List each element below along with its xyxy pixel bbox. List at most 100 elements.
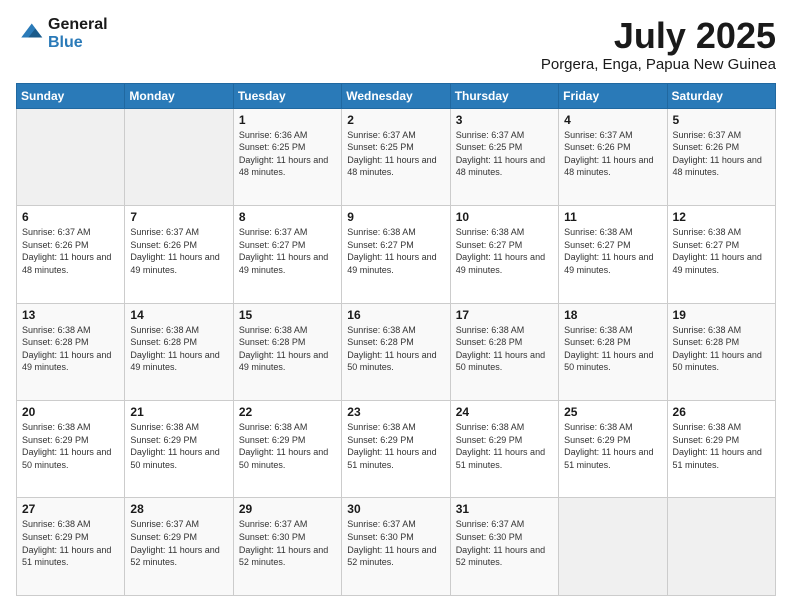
calendar-week-row: 13 Sunrise: 6:38 AM Sunset: 6:28 PM Dayli… xyxy=(17,303,776,400)
calendar-cell: 1 Sunrise: 6:36 AM Sunset: 6:25 PM Daylig… xyxy=(233,108,341,205)
day-detail: Sunrise: 6:38 AM Sunset: 6:28 PM Dayligh… xyxy=(564,324,661,374)
calendar-cell: 16 Sunrise: 6:38 AM Sunset: 6:28 PM Dayli… xyxy=(342,303,450,400)
calendar-cell: 30 Sunrise: 6:37 AM Sunset: 6:30 PM Dayli… xyxy=(342,498,450,596)
day-detail: Sunrise: 6:38 AM Sunset: 6:29 PM Dayligh… xyxy=(22,518,119,568)
day-detail: Sunrise: 6:38 AM Sunset: 6:27 PM Dayligh… xyxy=(673,226,770,276)
day-detail: Sunrise: 6:38 AM Sunset: 6:29 PM Dayligh… xyxy=(239,421,336,471)
logo-icon xyxy=(16,20,44,48)
calendar-cell: 18 Sunrise: 6:38 AM Sunset: 6:28 PM Dayli… xyxy=(559,303,667,400)
day-detail: Sunrise: 6:38 AM Sunset: 6:29 PM Dayligh… xyxy=(564,421,661,471)
header: General Blue July 2025 Porgera, Enga, Pa… xyxy=(16,16,776,73)
day-number: 8 xyxy=(239,210,336,224)
logo-text: General Blue xyxy=(48,16,108,52)
calendar-cell xyxy=(667,498,775,596)
day-number: 1 xyxy=(239,113,336,127)
calendar-cell: 14 Sunrise: 6:38 AM Sunset: 6:28 PM Dayli… xyxy=(125,303,233,400)
calendar-cell: 17 Sunrise: 6:38 AM Sunset: 6:28 PM Dayli… xyxy=(450,303,558,400)
calendar-week-row: 27 Sunrise: 6:38 AM Sunset: 6:29 PM Dayli… xyxy=(17,498,776,596)
day-number: 5 xyxy=(673,113,770,127)
day-number: 25 xyxy=(564,405,661,419)
day-number: 24 xyxy=(456,405,553,419)
day-number: 9 xyxy=(347,210,444,224)
day-detail: Sunrise: 6:37 AM Sunset: 6:26 PM Dayligh… xyxy=(564,129,661,179)
title-block: July 2025 Porgera, Enga, Papua New Guine… xyxy=(541,16,776,73)
col-wednesday: Wednesday xyxy=(342,83,450,108)
col-tuesday: Tuesday xyxy=(233,83,341,108)
calendar-cell: 31Sunrise: 6:37 AM Sunset: 6:30 PM Dayli… xyxy=(450,498,558,596)
calendar-cell xyxy=(125,108,233,205)
day-number: 20 xyxy=(22,405,119,419)
day-detail: Sunrise: 6:38 AM Sunset: 6:28 PM Dayligh… xyxy=(456,324,553,374)
calendar-cell: 19 Sunrise: 6:38 AM Sunset: 6:28 PM Dayli… xyxy=(667,303,775,400)
calendar-cell: 22 Sunrise: 6:38 AM Sunset: 6:29 PM Dayli… xyxy=(233,401,341,498)
calendar-cell: 3Sunrise: 6:37 AM Sunset: 6:25 PM Daylig… xyxy=(450,108,558,205)
calendar-cell: 20 Sunrise: 6:38 AM Sunset: 6:29 PM Dayli… xyxy=(17,401,125,498)
day-detail: Sunrise: 6:38 AM Sunset: 6:29 PM Dayligh… xyxy=(347,421,444,471)
subtitle: Porgera, Enga, Papua New Guinea xyxy=(541,56,776,73)
calendar-cell: 29 Sunrise: 6:37 AM Sunset: 6:30 PM Dayli… xyxy=(233,498,341,596)
day-detail: Sunrise: 6:38 AM Sunset: 6:28 PM Dayligh… xyxy=(22,324,119,374)
main-title: July 2025 xyxy=(541,16,776,56)
day-number: 12 xyxy=(673,210,770,224)
day-number: 22 xyxy=(239,405,336,419)
col-thursday: Thursday xyxy=(450,83,558,108)
calendar-week-row: 1 Sunrise: 6:36 AM Sunset: 6:25 PM Daylig… xyxy=(17,108,776,205)
day-number: 19 xyxy=(673,308,770,322)
col-sunday: Sunday xyxy=(17,83,125,108)
day-detail: Sunrise: 6:38 AM Sunset: 6:28 PM Dayligh… xyxy=(673,324,770,374)
day-number: 26 xyxy=(673,405,770,419)
day-number: 10 xyxy=(456,210,553,224)
col-friday: Friday xyxy=(559,83,667,108)
calendar-cell: 6 Sunrise: 6:37 AM Sunset: 6:26 PM Daylig… xyxy=(17,206,125,303)
day-number: 31 xyxy=(456,502,553,516)
day-detail: Sunrise: 6:38 AM Sunset: 6:27 PM Dayligh… xyxy=(564,226,661,276)
day-detail: Sunrise: 6:37 AM Sunset: 6:30 PM Dayligh… xyxy=(347,518,444,568)
day-number: 21 xyxy=(130,405,227,419)
day-detail: Sunrise: 6:37 AM Sunset: 6:30 PM Dayligh… xyxy=(239,518,336,568)
col-monday: Monday xyxy=(125,83,233,108)
day-detail: Sunrise: 6:38 AM Sunset: 6:29 PM Dayligh… xyxy=(673,421,770,471)
day-number: 13 xyxy=(22,308,119,322)
day-detail: Sunrise: 6:38 AM Sunset: 6:28 PM Dayligh… xyxy=(347,324,444,374)
day-detail: Sunrise: 6:38 AM Sunset: 6:27 PM Dayligh… xyxy=(456,226,553,276)
day-number: 30 xyxy=(347,502,444,516)
day-detail: Sunrise: 6:38 AM Sunset: 6:28 PM Dayligh… xyxy=(239,324,336,374)
calendar-cell: 8Sunrise: 6:37 AM Sunset: 6:27 PM Daylig… xyxy=(233,206,341,303)
calendar-cell: 24 Sunrise: 6:38 AM Sunset: 6:29 PM Dayli… xyxy=(450,401,558,498)
day-number: 16 xyxy=(347,308,444,322)
calendar-cell: 9Sunrise: 6:38 AM Sunset: 6:27 PM Daylig… xyxy=(342,206,450,303)
day-detail: Sunrise: 6:36 AM Sunset: 6:25 PM Dayligh… xyxy=(239,129,336,179)
day-detail: Sunrise: 6:38 AM Sunset: 6:29 PM Dayligh… xyxy=(456,421,553,471)
calendar-cell: 25 Sunrise: 6:38 AM Sunset: 6:29 PM Dayli… xyxy=(559,401,667,498)
calendar-cell: 15Sunrise: 6:38 AM Sunset: 6:28 PM Dayli… xyxy=(233,303,341,400)
calendar-cell: 27 Sunrise: 6:38 AM Sunset: 6:29 PM Dayli… xyxy=(17,498,125,596)
day-number: 18 xyxy=(564,308,661,322)
col-saturday: Saturday xyxy=(667,83,775,108)
day-detail: Sunrise: 6:37 AM Sunset: 6:29 PM Dayligh… xyxy=(130,518,227,568)
calendar-cell: 12 Sunrise: 6:38 AM Sunset: 6:27 PM Dayli… xyxy=(667,206,775,303)
calendar-cell: 13 Sunrise: 6:38 AM Sunset: 6:28 PM Dayli… xyxy=(17,303,125,400)
calendar-week-row: 20 Sunrise: 6:38 AM Sunset: 6:29 PM Dayli… xyxy=(17,401,776,498)
calendar-cell: 4 Sunrise: 6:37 AM Sunset: 6:26 PM Daylig… xyxy=(559,108,667,205)
calendar-week-row: 6 Sunrise: 6:37 AM Sunset: 6:26 PM Daylig… xyxy=(17,206,776,303)
day-detail: Sunrise: 6:38 AM Sunset: 6:29 PM Dayligh… xyxy=(22,421,119,471)
day-number: 17 xyxy=(456,308,553,322)
calendar-cell xyxy=(17,108,125,205)
day-number: 4 xyxy=(564,113,661,127)
day-detail: Sunrise: 6:38 AM Sunset: 6:28 PM Dayligh… xyxy=(130,324,227,374)
calendar-cell: 23Sunrise: 6:38 AM Sunset: 6:29 PM Dayli… xyxy=(342,401,450,498)
calendar-cell: 21 Sunrise: 6:38 AM Sunset: 6:29 PM Dayli… xyxy=(125,401,233,498)
day-detail: Sunrise: 6:38 AM Sunset: 6:29 PM Dayligh… xyxy=(130,421,227,471)
calendar-cell: 26 Sunrise: 6:38 AM Sunset: 6:29 PM Dayli… xyxy=(667,401,775,498)
calendar-cell: 28Sunrise: 6:37 AM Sunset: 6:29 PM Dayli… xyxy=(125,498,233,596)
day-number: 2 xyxy=(347,113,444,127)
day-number: 29 xyxy=(239,502,336,516)
day-number: 3 xyxy=(456,113,553,127)
calendar-cell xyxy=(559,498,667,596)
day-detail: Sunrise: 6:37 AM Sunset: 6:26 PM Dayligh… xyxy=(22,226,119,276)
day-number: 14 xyxy=(130,308,227,322)
day-number: 27 xyxy=(22,502,119,516)
logo: General Blue xyxy=(16,16,108,52)
calendar: Sunday Monday Tuesday Wednesday Thursday… xyxy=(16,83,776,596)
day-number: 6 xyxy=(22,210,119,224)
